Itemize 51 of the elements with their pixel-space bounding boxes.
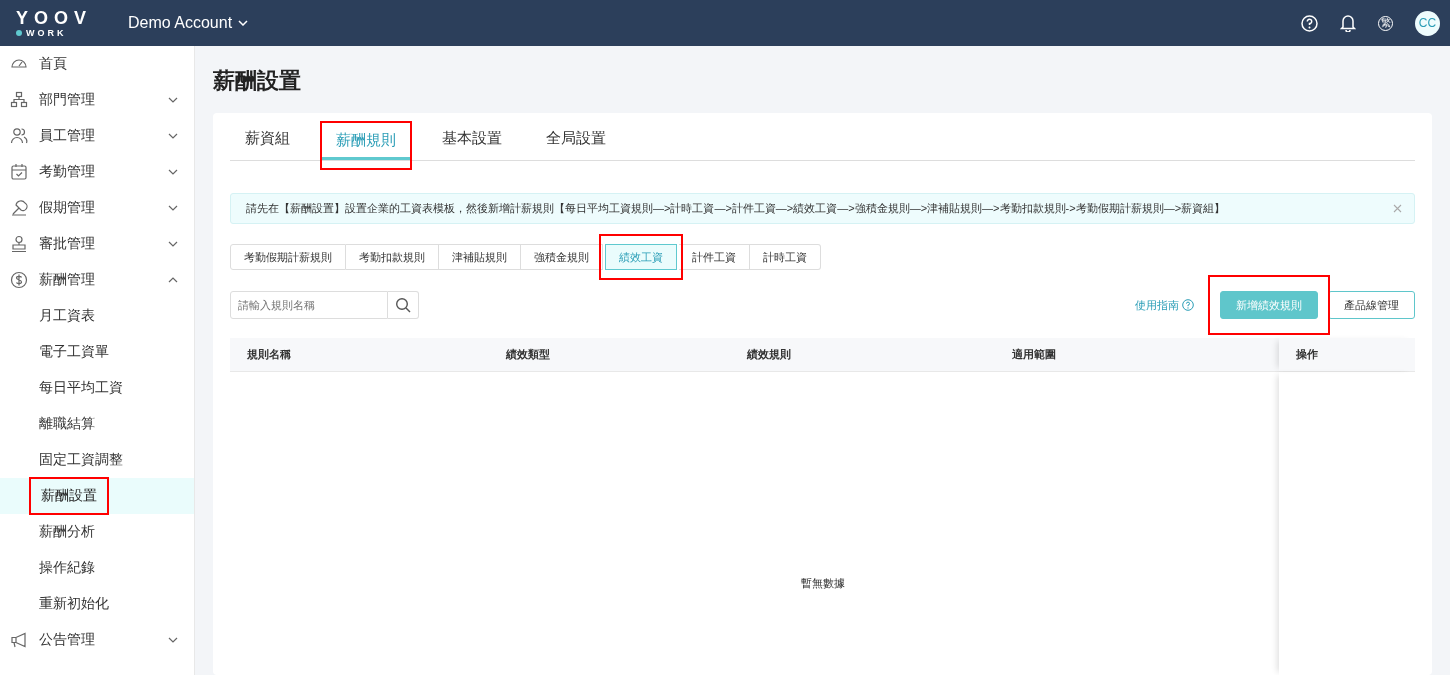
sidebar-item[interactable]: 薪酬管理 (0, 262, 194, 298)
sidebar-item[interactable]: 首頁 (0, 46, 194, 82)
column-header: 操作 (1279, 338, 1415, 371)
rule-tab[interactable]: 計時工資 (750, 244, 821, 270)
sidebar-subitem[interactable]: 薪酬分析 (0, 514, 194, 550)
notice-text: 請先在【薪酬設置】設置企業的工資表模板，然後新增計薪規則【每日平均工資規則—>計時工資—>計件工資—>績效工資—>強積金規則—>津補貼規則—>考勤扣款規則->考勤假期計薪規則—>薪資組】 (246, 201, 1227, 216)
logo-dot-icon (16, 30, 22, 36)
dollar-icon (10, 271, 28, 289)
search-icon (395, 297, 411, 313)
empty-text: 暫無數據 (800, 576, 845, 591)
sidebar-item[interactable]: 公告管理 (0, 622, 194, 658)
annotation-frame: 薪酬設置 (29, 477, 109, 515)
rule-tab[interactable]: 津補貼規則 (439, 244, 521, 270)
tab[interactable]: 全局設置 (532, 121, 620, 160)
sidebar-item[interactable]: 員工管理 (0, 118, 194, 154)
column-header: 適用範圍 (1011, 347, 1057, 362)
tab[interactable]: 基本設置 (428, 121, 516, 160)
bell-icon[interactable] (1340, 14, 1356, 32)
sidebar-item[interactable]: 審批管理 (0, 226, 194, 262)
rule-tab[interactable]: 考勤扣款規則 (346, 244, 439, 270)
sidebar-item[interactable]: 部門管理 (0, 82, 194, 118)
search-field[interactable]: 請輸入規則名稱 (230, 291, 388, 319)
stamp-icon (10, 235, 28, 253)
logo-subtext: WORK (26, 28, 67, 38)
calendar-icon (10, 163, 28, 181)
sidebar-subitem[interactable]: 重新初始化 (0, 586, 194, 622)
rule-tab[interactable]: 強積金規則 (521, 244, 603, 270)
column-header: 績效規則 (745, 347, 792, 362)
sidebar-subitem[interactable]: 月工資表 (0, 298, 194, 334)
tab[interactable]: 薪資組 (231, 121, 304, 160)
sidebar-item[interactable]: 假期管理 (0, 190, 194, 226)
sidebar-item[interactable]: 考勤管理 (0, 154, 194, 190)
chevron-down-icon (238, 20, 249, 26)
column-header: 規則名稱 (246, 347, 292, 362)
rule-tab[interactable]: 計件工資 (679, 244, 750, 270)
sidebar-subitem[interactable]: 電子工資單 (0, 334, 194, 370)
sidebar-subitem[interactable]: 離職結算 (0, 406, 194, 442)
people-icon (10, 127, 28, 145)
sidebar-subitem[interactable]: 固定工資調整 (0, 442, 194, 478)
search-button[interactable] (388, 291, 419, 319)
manage-button[interactable]: 產品線管理 (1328, 291, 1415, 319)
sidebar-subitem[interactable]: 薪酬設置 (0, 478, 194, 514)
account-switcher[interactable]: Demo Account (128, 14, 249, 32)
sidebar-subitem[interactable]: 操作紀錄 (0, 550, 194, 586)
logo-text: YOOV (16, 8, 92, 27)
column-header: 績效類型 (504, 347, 551, 362)
rule-tab[interactable]: 考勤假期計薪規則 (230, 244, 346, 270)
page-title: 薪酬設置 (213, 67, 302, 95)
sidebar-subitem[interactable]: 每日平均工資 (0, 370, 194, 406)
org-chart-icon (10, 91, 28, 109)
megaphone-icon (10, 631, 28, 649)
